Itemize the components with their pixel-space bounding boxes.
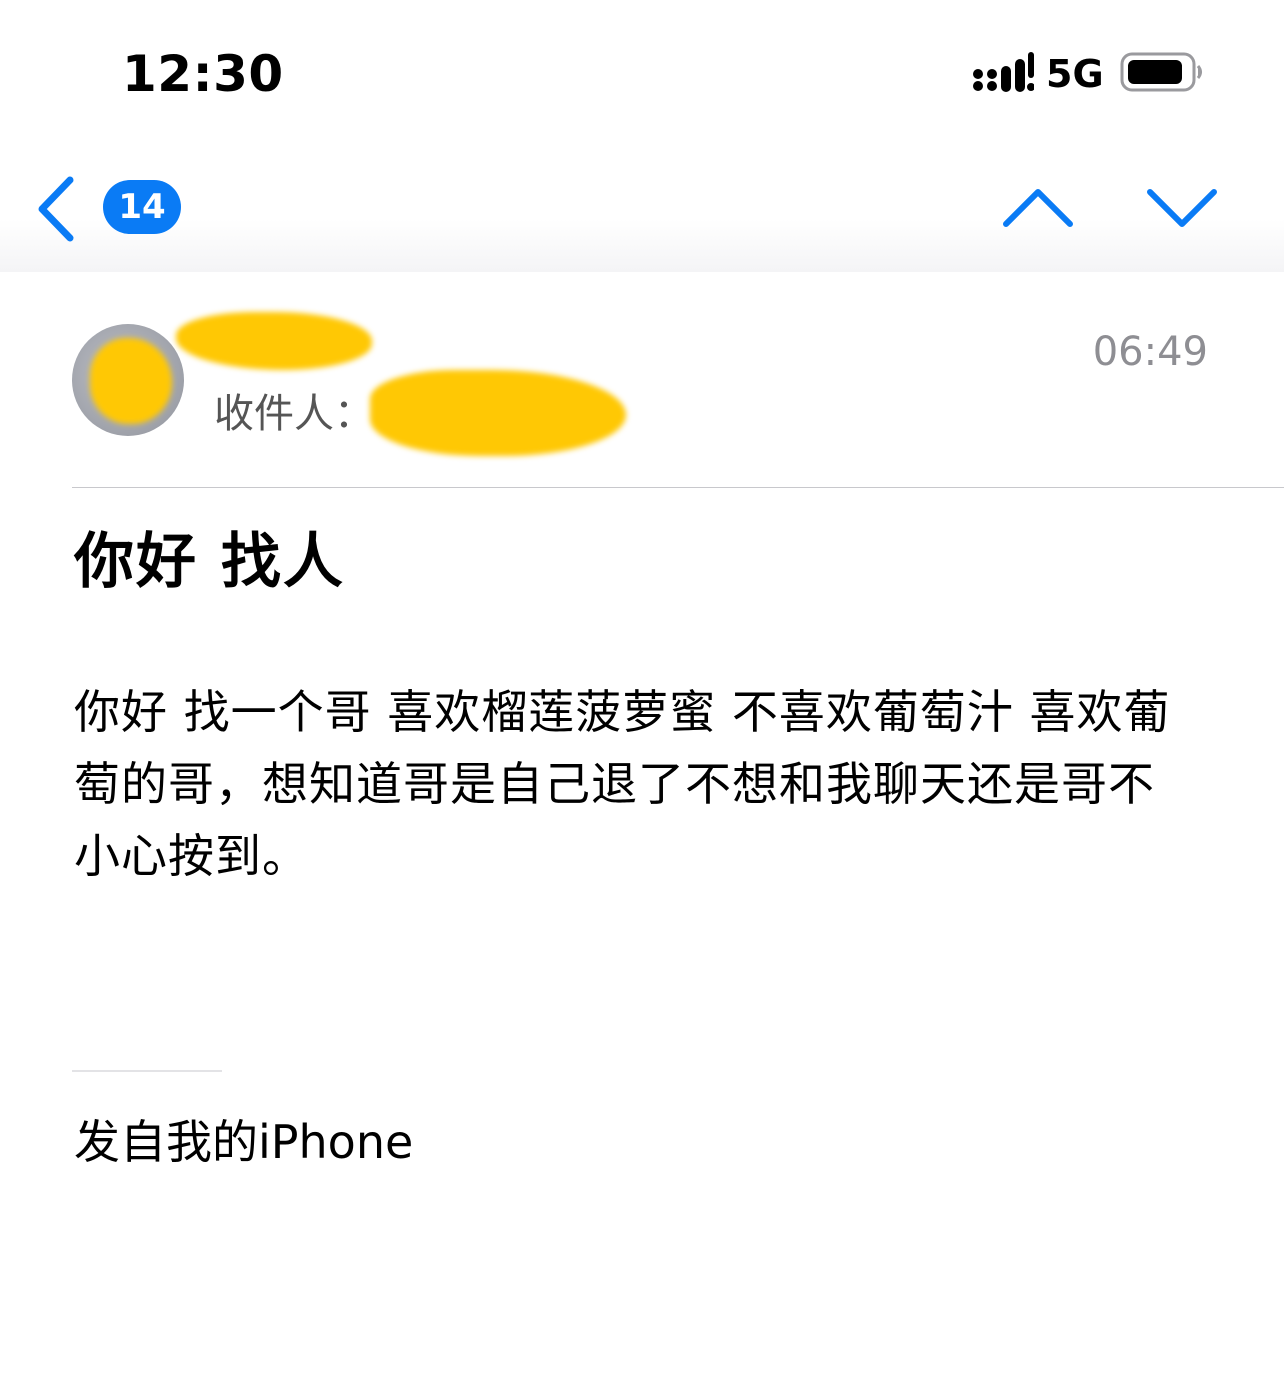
avatar-redaction	[90, 338, 172, 424]
message-subject: 你好 找人	[74, 527, 345, 597]
network-type: 5G	[1046, 52, 1104, 96]
recipient-redaction	[370, 370, 626, 456]
message-time: 06:49	[1092, 329, 1208, 375]
status-time: 12:30	[122, 45, 284, 103]
message-signature: 发自我的iPhone	[74, 1115, 414, 1169]
sender-redaction	[176, 312, 372, 370]
chevron-up-icon[interactable]	[1000, 180, 1076, 236]
battery-icon	[1120, 52, 1202, 92]
signature-divider	[72, 1070, 222, 1072]
chevron-left-icon[interactable]	[30, 174, 86, 244]
chevron-down-icon[interactable]	[1144, 180, 1220, 236]
sender-avatar[interactable]	[72, 324, 184, 436]
signal-icon	[973, 52, 1034, 92]
recipient-label: 收件人：	[214, 391, 374, 437]
message-header: 收件人： 06:49	[0, 272, 1284, 488]
mail-nav-bar: 14	[0, 140, 1284, 272]
header-divider	[72, 487, 1284, 488]
unread-count-badge[interactable]: 14	[103, 180, 181, 234]
status-bar: 12:30 5G	[0, 0, 1284, 140]
message-body: 你好 找一个哥 喜欢榴莲菠萝蜜 不喜欢葡萄汁 喜欢葡萄的哥，想知道哥是自己退了不…	[74, 685, 1171, 883]
